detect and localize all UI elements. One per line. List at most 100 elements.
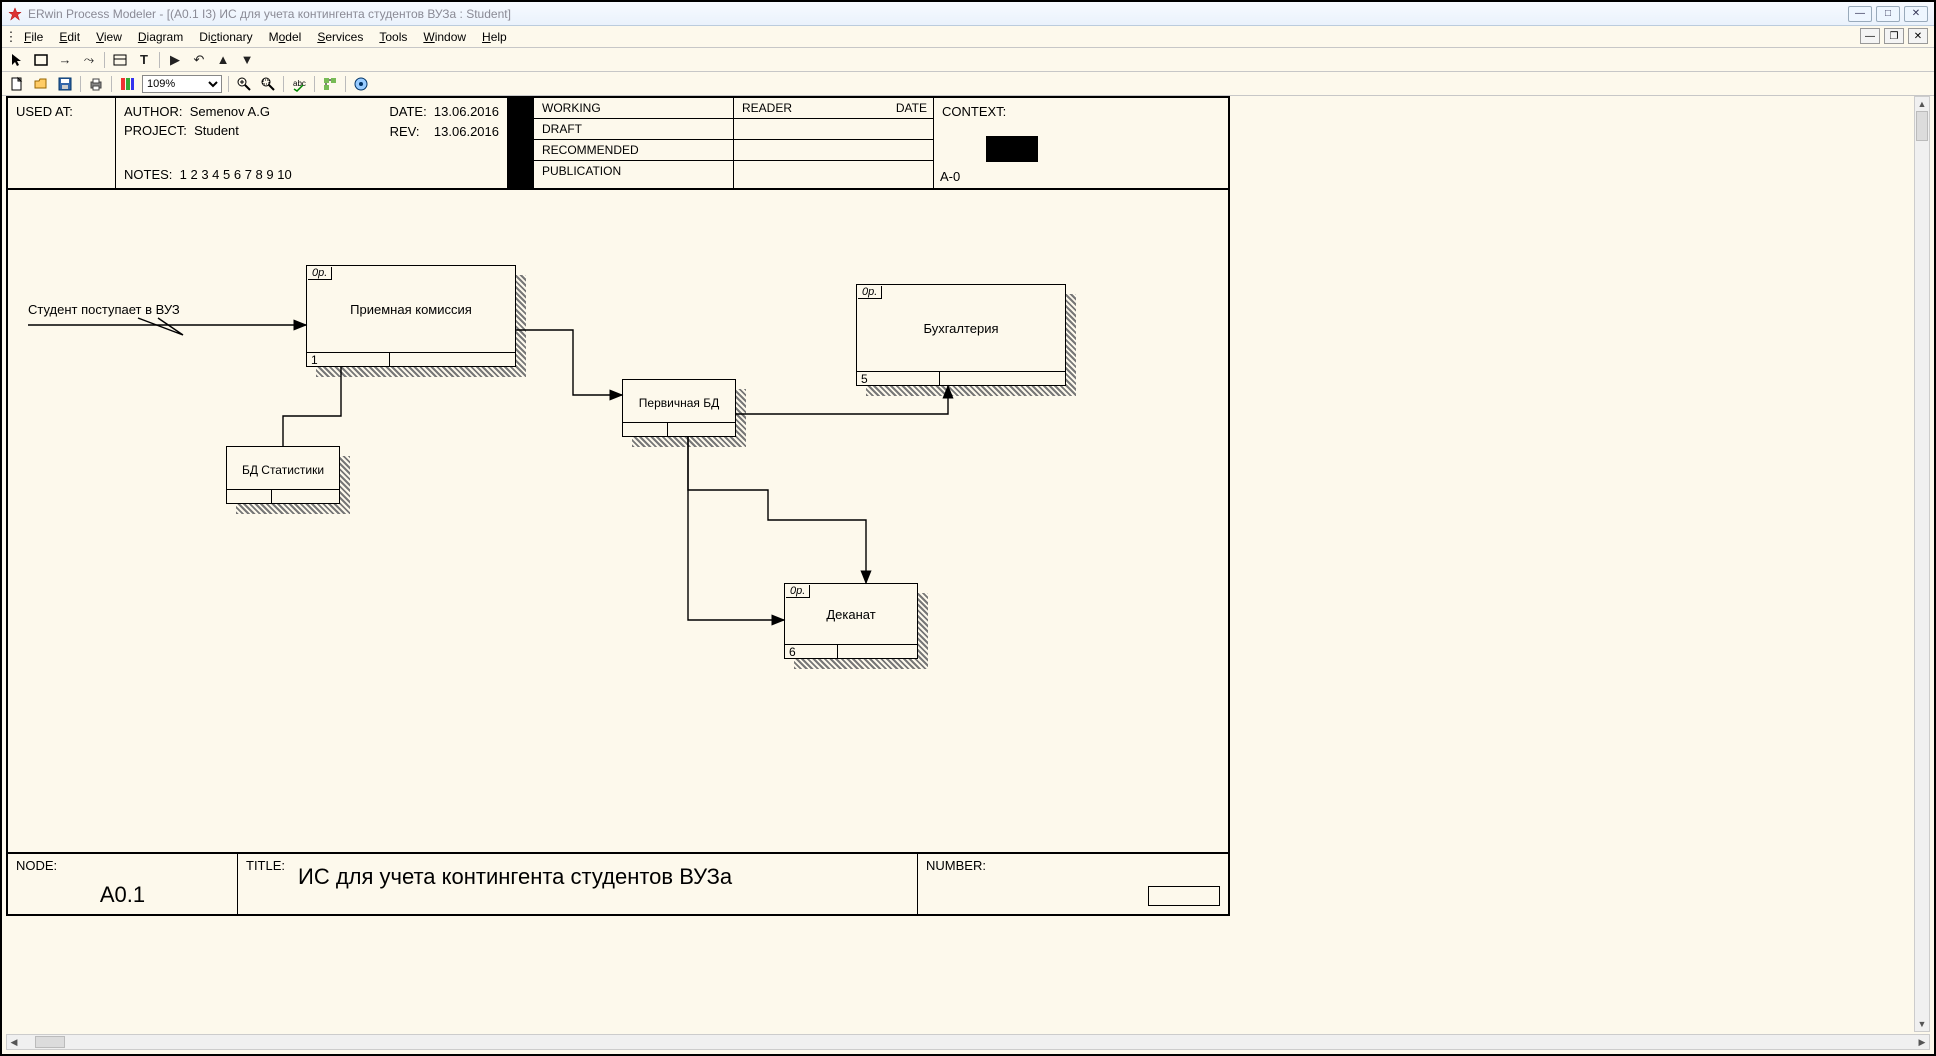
footer-node-cell: NODE: A0.1 [8, 854, 238, 914]
hscroll-thumb[interactable] [35, 1036, 65, 1048]
header-author-project: AUTHOR: Semenov A.G PROJECT: Student DAT… [116, 98, 508, 188]
date-value: 13.06.2016 [434, 104, 499, 119]
separator [228, 76, 229, 92]
close-button[interactable]: ✕ [1904, 6, 1928, 22]
undo-tool[interactable]: ↶ [190, 51, 208, 69]
sheet-footer: NODE: A0.1 TITLE: ИС для учета континген… [8, 852, 1228, 914]
separator [345, 76, 346, 92]
datastore-bd-primary[interactable]: Первичная БД [622, 379, 736, 437]
squiggle-tool[interactable]: ⤳ [80, 51, 98, 69]
scroll-left-arrow[interactable]: ◀ [7, 1035, 21, 1049]
header-context: CONTEXT: A-0 [934, 98, 1228, 188]
menu-dictionary[interactable]: Dictionary [191, 30, 260, 44]
box6-label: Деканат [785, 584, 917, 644]
menu-view[interactable]: View [88, 30, 130, 44]
idef0-sheet: USED AT: AUTHOR: Semenov A.G PROJECT: St… [6, 96, 1230, 916]
vertical-scrollbar[interactable]: ▲ ▼ [1914, 96, 1930, 1032]
zoom-select[interactable]: 109% [142, 75, 222, 93]
status-working: WORKING [534, 98, 733, 119]
rev-value: 13.06.2016 [434, 124, 499, 139]
context-node: A-0 [940, 169, 960, 184]
activity-box-5[interactable]: 0р. Бухгалтерия 5 [856, 284, 1066, 386]
box6-num: 6 [785, 645, 838, 658]
vscroll-thumb[interactable] [1916, 111, 1928, 141]
datastore-bd-statistics[interactable]: БД Статистики [226, 446, 340, 504]
input-arrow-label[interactable]: Студент поступает в ВУЗ [28, 302, 180, 317]
print-button[interactable] [87, 75, 105, 93]
referent-tool[interactable] [111, 51, 129, 69]
rev-label: REV: [390, 124, 420, 139]
scroll-right-arrow[interactable]: ▶ [1915, 1035, 1929, 1049]
status-recommended: RECOMMENDED [534, 140, 733, 161]
footer-number-cell: NUMBER: [918, 854, 1228, 914]
box5-num: 5 [857, 372, 940, 385]
number-label: NUMBER: [926, 858, 986, 873]
title-value: ИС для учета контингента студентов ВУЗа [298, 864, 732, 890]
zoom-fit-button[interactable] [259, 75, 277, 93]
scroll-down-arrow[interactable]: ▼ [1915, 1017, 1929, 1031]
horizontal-scrollbar[interactable]: ◀ ▶ [6, 1034, 1930, 1050]
go-parent-tool[interactable]: ▶ [166, 51, 184, 69]
box1-num: 1 [307, 353, 390, 366]
menubar: ⋮ File Edit View Diagram Dictionary Mode… [2, 26, 1934, 48]
go-down-tool[interactable]: ▼ [238, 51, 256, 69]
box5-label: Бухгалтерия [857, 285, 1065, 371]
separator [104, 52, 105, 68]
model-explorer-button[interactable] [321, 75, 339, 93]
menu-grip-icon: ⋮ [6, 28, 16, 46]
arrow-tool[interactable]: → [56, 51, 74, 69]
activity-box-tool[interactable] [32, 51, 50, 69]
footer-title-cell: TITLE: ИС для учета контингента студенто… [238, 854, 918, 914]
menu-tools[interactable]: Tools [371, 30, 415, 44]
status-draft: DRAFT [534, 119, 733, 140]
header-usedat: USED AT: [8, 98, 116, 188]
project-value: Student [194, 123, 239, 138]
author-label: AUTHOR: [124, 104, 183, 119]
bd-prim-label: Первичная БД [623, 384, 735, 422]
number-subbox [1148, 886, 1220, 906]
go-up-tool[interactable]: ▲ [214, 51, 232, 69]
menu-help[interactable]: Help [474, 30, 515, 44]
titlebar: ERwin Process Modeler - [(A0.1 I3) ИС дл… [2, 2, 1934, 26]
sheet-header: USED AT: AUTHOR: Semenov A.G PROJECT: St… [8, 98, 1228, 190]
new-button[interactable] [8, 75, 26, 93]
save-button[interactable] [56, 75, 74, 93]
separator [283, 76, 284, 92]
status-publication: PUBLICATION [534, 161, 733, 181]
activity-box-1[interactable]: 0р. Приемная комиссия 1 [306, 265, 516, 367]
separator [111, 76, 112, 92]
mdi-minimize-button[interactable]: — [1860, 28, 1880, 44]
header-reader: READER DATE [734, 98, 934, 188]
menu-edit[interactable]: Edit [51, 30, 88, 44]
notes-label: NOTES: [124, 167, 172, 182]
report-button[interactable] [118, 75, 136, 93]
svg-text:abc: abc [293, 79, 306, 88]
menu-window[interactable]: Window [415, 30, 474, 44]
diagram-workarea[interactable]: USED AT: AUTHOR: Semenov A.G PROJECT: St… [6, 96, 1914, 1032]
open-button[interactable] [32, 75, 50, 93]
text-tool[interactable]: T [135, 51, 153, 69]
properties-button[interactable] [352, 75, 370, 93]
app-window: ERwin Process Modeler - [(A0.1 I3) ИС дл… [0, 0, 1936, 1056]
project-label: PROJECT: [124, 123, 187, 138]
spellcheck-button[interactable]: abc [290, 75, 308, 93]
toolbar-standard: 109% abc [2, 72, 1934, 96]
maximize-button[interactable]: □ [1876, 6, 1900, 22]
mdi-close-button[interactable]: ✕ [1908, 28, 1928, 44]
mdi-restore-button[interactable]: ❐ [1884, 28, 1904, 44]
menu-file[interactable]: File [16, 30, 51, 44]
menu-model[interactable]: Model [261, 30, 310, 44]
zoom-in-button[interactable] [235, 75, 253, 93]
menu-diagram[interactable]: Diagram [130, 30, 191, 44]
usedat-label: USED AT: [16, 104, 73, 119]
pointer-tool[interactable] [8, 51, 26, 69]
separator [80, 76, 81, 92]
minimize-button[interactable]: — [1848, 6, 1872, 22]
activity-box-6[interactable]: 0р. Деканат 6 [784, 583, 918, 659]
context-thumbnail [986, 136, 1038, 162]
notes-values: 1 2 3 4 5 6 7 8 9 10 [180, 167, 292, 182]
scroll-up-arrow[interactable]: ▲ [1915, 97, 1929, 111]
menu-services[interactable]: Services [309, 30, 371, 44]
node-label: NODE: [16, 858, 57, 873]
diagram-canvas[interactable]: 0р. Приемная комиссия 1 БД Статистики Пе… [8, 190, 1228, 852]
